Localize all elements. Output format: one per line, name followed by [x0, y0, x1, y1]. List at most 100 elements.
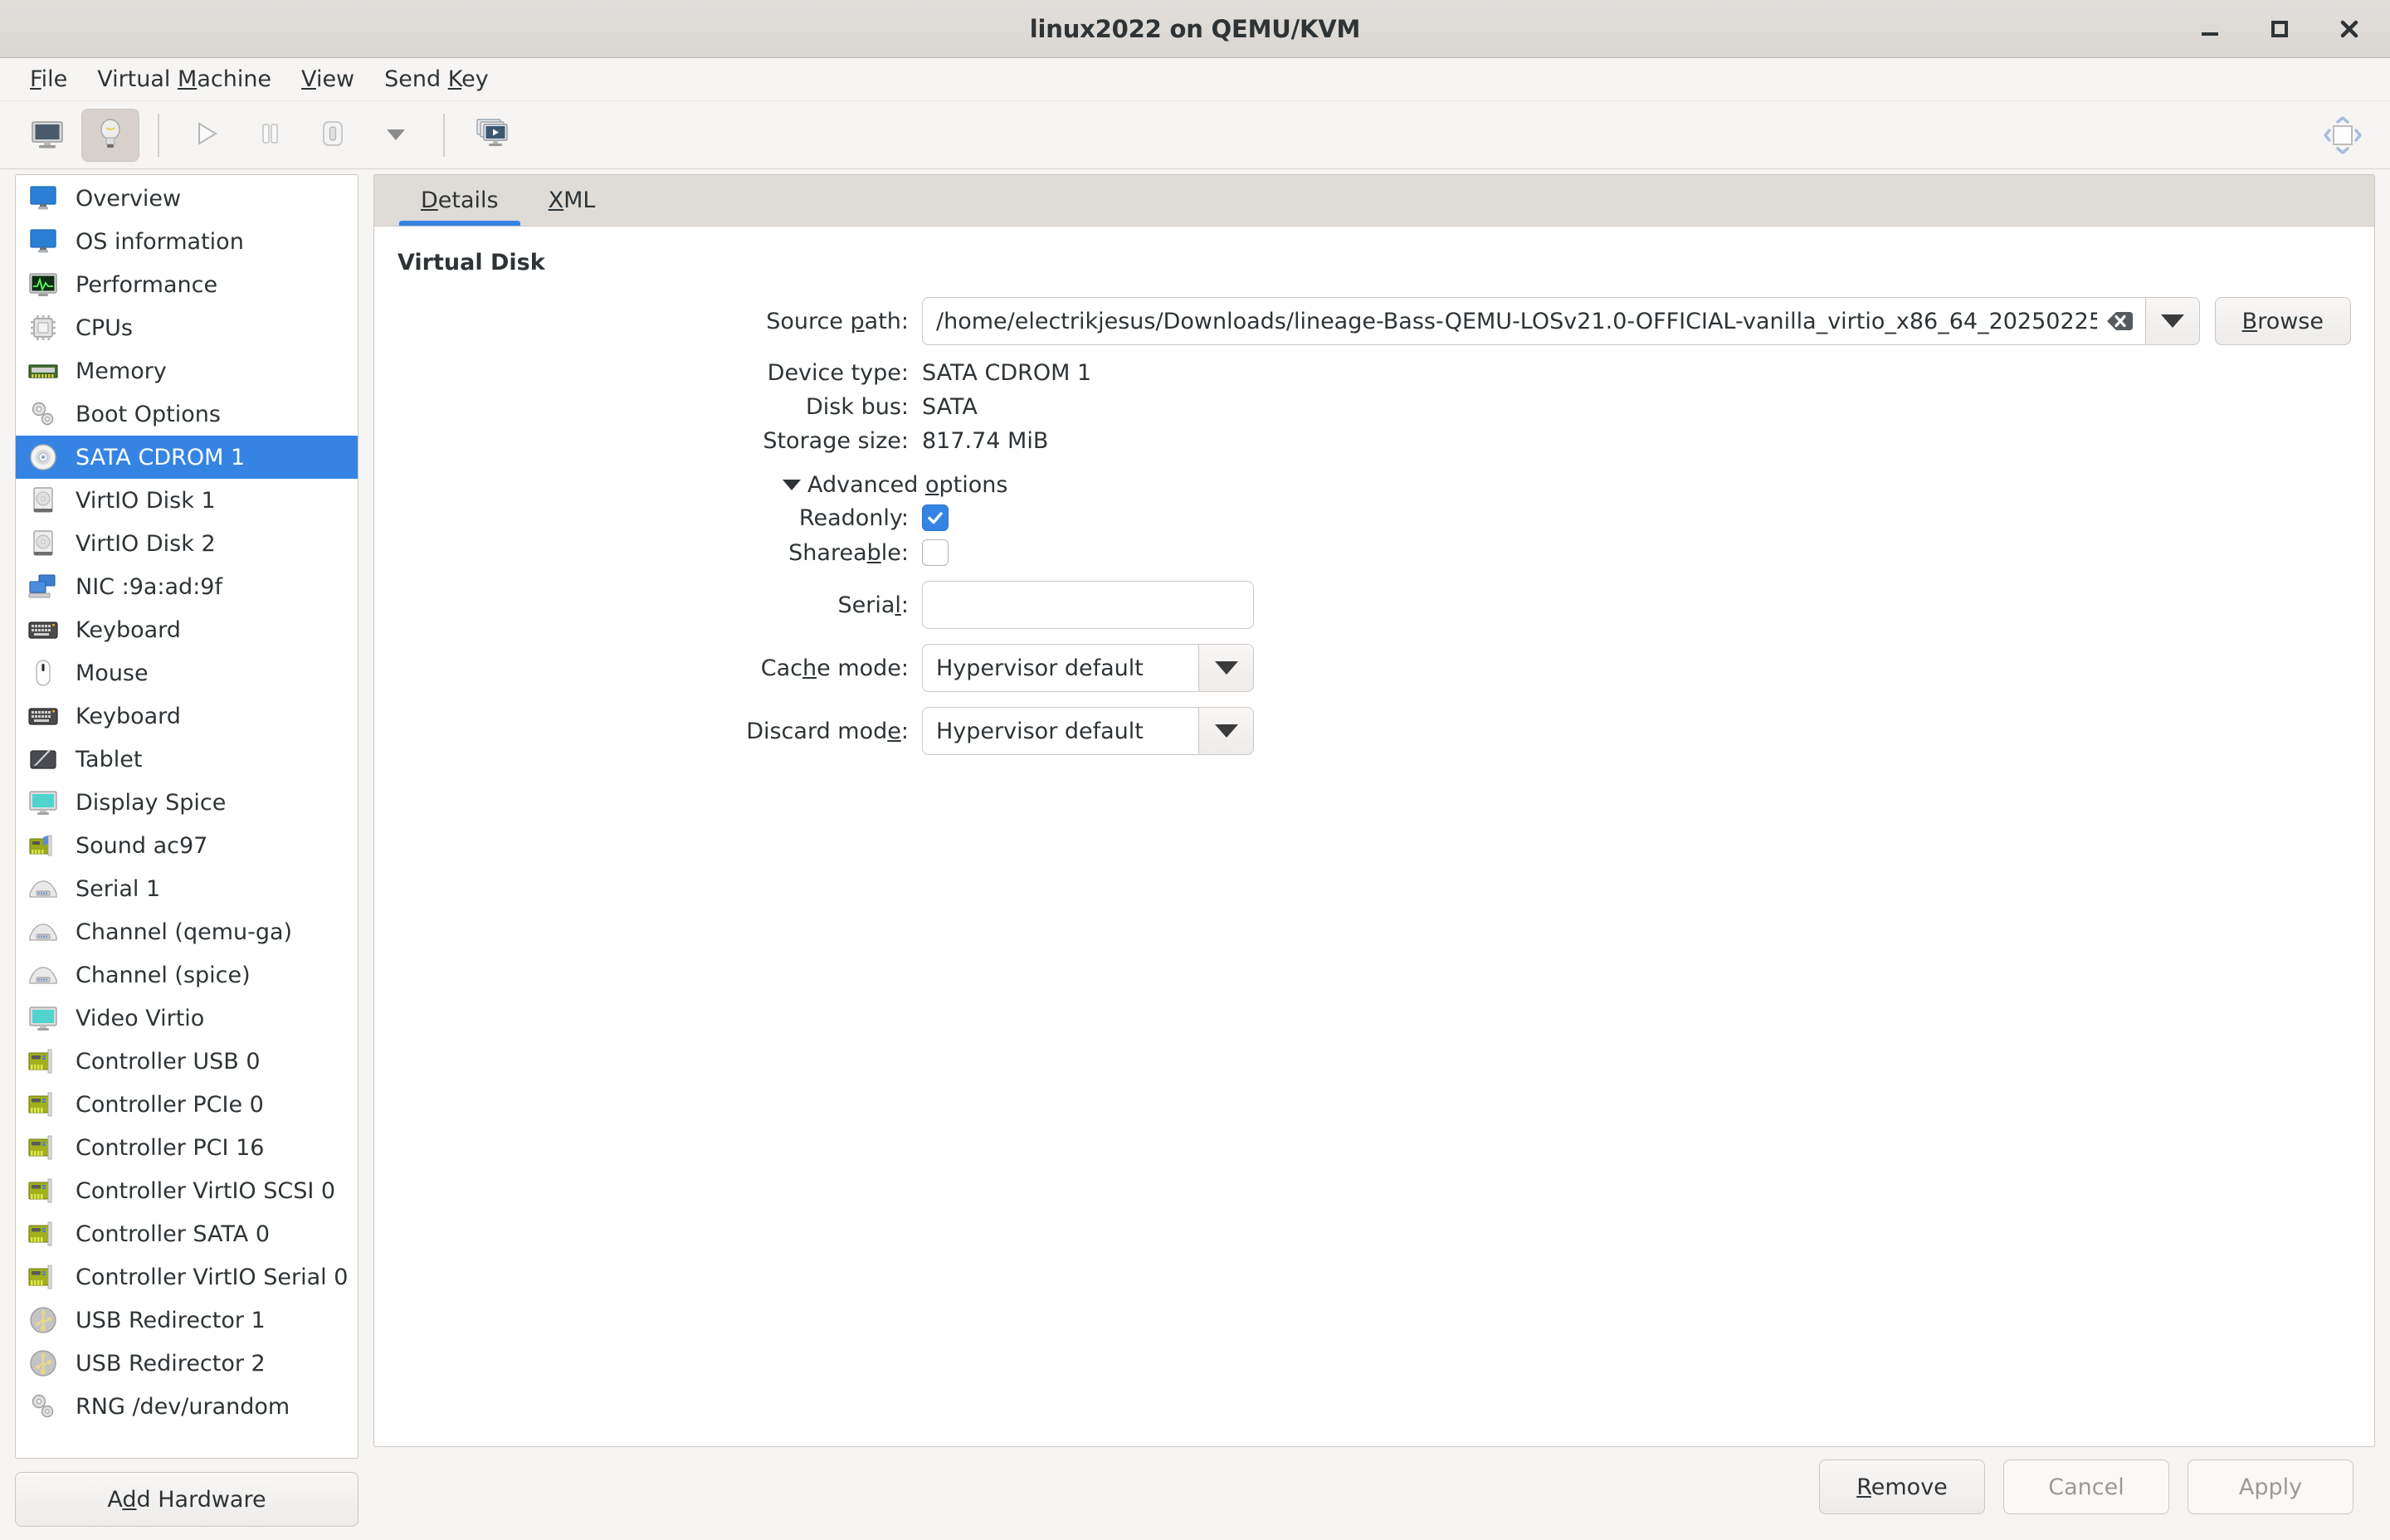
sidebar-item-keyboard[interactable]: Keyboard — [16, 694, 358, 738]
sidebar-item-label: USB Redirector 1 — [76, 1307, 266, 1333]
tab-details[interactable]: Details — [396, 175, 524, 226]
storage-size-label: Storage size: — [763, 428, 909, 454]
serial-input[interactable] — [922, 581, 1254, 629]
close-button[interactable] — [2330, 10, 2368, 48]
computer-icon — [26, 181, 61, 216]
sidebar-item-sata-cdrom-1[interactable]: SATA CDROM 1 — [16, 436, 358, 479]
sidebar-item-virtio-disk-1[interactable]: VirtIO Disk 1 — [16, 479, 358, 522]
sidebar-item-nic-9a-ad-9f[interactable]: NIC :9a:ad:9f — [16, 565, 358, 608]
menu-view[interactable]: View — [286, 61, 369, 97]
fullscreen-expand-icon[interactable] — [2314, 109, 2372, 162]
sidebar-item-controller-usb-0[interactable]: Controller USB 0 — [16, 1040, 358, 1083]
lightbulb-icon — [93, 116, 128, 154]
cancel-button[interactable]: Cancel — [2003, 1460, 2169, 1514]
triangle-down-icon — [783, 480, 801, 490]
sidebar-item-label: Controller SATA 0 — [76, 1221, 271, 1247]
readonly-label: Readonly: — [798, 504, 909, 531]
harddisk-icon — [26, 526, 61, 561]
add-hardware-button[interactable]: Add Hardware — [15, 1472, 358, 1527]
sidebar-item-label: Mouse — [76, 660, 149, 686]
shutdown-button[interactable] — [304, 109, 362, 162]
maximize-button[interactable] — [2261, 10, 2299, 48]
sidebar-item-channel-spice[interactable]: Channel (spice) — [16, 953, 358, 997]
apply-button[interactable]: Apply — [2188, 1460, 2353, 1514]
details-panel: Details XML Virtual Disk Source path: /h… — [373, 174, 2375, 1447]
sidebar-item-label: Keyboard — [76, 616, 181, 643]
sidebar-item-label: OS information — [76, 228, 244, 255]
sidebar-item-usb-redirector-1[interactable]: USB Redirector 1 — [16, 1299, 358, 1342]
sidebar-item-usb-redirector-2[interactable]: USB Redirector 2 — [16, 1342, 358, 1385]
cache-mode-value: Hypervisor default — [936, 655, 1144, 681]
sidebar-item-memory[interactable]: Memory — [16, 349, 358, 392]
discard-mode-dropdown-button[interactable] — [1198, 708, 1253, 754]
cache-mode-dropdown-button[interactable] — [1198, 645, 1253, 691]
sidebar-item-serial-1[interactable]: Serial 1 — [16, 867, 358, 910]
sidebar-item-controller-virtio-serial-0[interactable]: Controller VirtIO Serial 0 — [16, 1255, 358, 1299]
shareable-checkbox[interactable] — [922, 539, 949, 566]
sidebar-item-controller-virtio-scsi-0[interactable]: Controller VirtIO SCSI 0 — [16, 1169, 358, 1212]
browse-button[interactable]: Browse — [2214, 297, 2351, 345]
discard-mode-combo[interactable]: Hypervisor default — [922, 707, 1254, 755]
storage-size-value: 817.74 MiB — [922, 428, 1049, 454]
sidebar-item-mouse[interactable]: Mouse — [16, 651, 358, 694]
hardware-sidebar: Overview OS information Performance CPUs Mem… — [0, 169, 373, 1540]
readonly-checkbox[interactable] — [922, 504, 949, 531]
sidebar-item-rng-dev-urandom[interactable]: RNG /dev/urandom — [16, 1385, 358, 1428]
pci-card-icon — [26, 1216, 61, 1251]
sidebar-item-channel-qemu-ga[interactable]: Channel (qemu-ga) — [16, 910, 358, 953]
run-button[interactable] — [178, 109, 236, 162]
sidebar-item-controller-pcie-0[interactable]: Controller PCIe 0 — [16, 1083, 358, 1126]
source-path-dropdown-button[interactable] — [2144, 297, 2200, 345]
discard-mode-value: Hypervisor default — [936, 718, 1144, 744]
shareable-row: Shareable: — [374, 539, 2374, 566]
sidebar-item-sound-ac97[interactable]: Sound ac97 — [16, 824, 358, 867]
pci-card-icon — [26, 1130, 61, 1165]
menu-file[interactable]: File — [15, 61, 82, 97]
sidebar-item-keyboard[interactable]: Keyboard — [16, 608, 358, 651]
pause-button[interactable] — [241, 109, 299, 162]
hardware-list[interactable]: Overview OS information Performance CPUs Mem… — [15, 174, 358, 1459]
disk-bus-label: Disk bus: — [806, 394, 909, 420]
main-body: Overview OS information Performance CPUs Mem… — [0, 169, 2390, 1540]
storage-size-row: Storage size: 817.74 MiB — [374, 428, 2374, 454]
sidebar-item-label: Controller PCI 16 — [76, 1134, 265, 1161]
cache-mode-combo[interactable]: Hypervisor default — [922, 644, 1254, 692]
power-icon — [315, 116, 350, 154]
window-titlebar: linux2022 on QEMU/KVM — [0, 0, 2390, 58]
show-console-button[interactable] — [18, 109, 76, 162]
sidebar-item-performance[interactable]: Performance — [16, 263, 358, 306]
sidebar-item-controller-pci-16[interactable]: Controller PCI 16 — [16, 1126, 358, 1169]
show-details-button[interactable] — [81, 108, 139, 162]
sidebar-item-controller-sata-0[interactable]: Controller SATA 0 — [16, 1212, 358, 1255]
menu-virtual-machine[interactable]: Virtual Machine — [82, 61, 286, 97]
minimize-button[interactable] — [2191, 10, 2229, 48]
sidebar-item-label: Controller VirtIO Serial 0 — [76, 1264, 349, 1290]
harddisk-icon — [26, 483, 61, 518]
sidebar-item-virtio-disk-2[interactable]: VirtIO Disk 2 — [16, 522, 358, 565]
details-pane: Details XML Virtual Disk Source path: /h… — [373, 169, 2390, 1540]
chevron-down-icon — [1214, 724, 1238, 738]
tablet-icon — [26, 742, 61, 777]
network-icon — [26, 569, 61, 604]
advanced-options-toggle[interactable]: Advanced options — [783, 472, 2374, 498]
menu-send-key[interactable]: Send Key — [369, 61, 504, 97]
snapshots-button[interactable] — [463, 109, 521, 162]
source-path-input[interactable]: /home/electrikjesus/Downloads/lineage-Ba… — [922, 297, 2145, 345]
source-path-row: Source path: /home/electrikjesus/Downloa… — [374, 297, 2374, 345]
sidebar-item-overview[interactable]: Overview — [16, 177, 358, 220]
sidebar-item-video-virtio[interactable]: Video Virtio — [16, 997, 358, 1040]
sidebar-item-cpus[interactable]: CPUs — [16, 306, 358, 349]
source-path-combo[interactable]: /home/electrikjesus/Downloads/lineage-Ba… — [922, 297, 2200, 345]
sidebar-item-boot-options[interactable]: Boot Options — [16, 392, 358, 436]
tab-xml[interactable]: XML — [524, 175, 621, 226]
device-type-row: Device type: SATA CDROM 1 — [374, 360, 2374, 386]
sidebar-item-display-spice[interactable]: Display Spice — [16, 781, 358, 824]
pci-card-icon — [26, 1173, 61, 1208]
sidebar-item-os-information[interactable]: OS information — [16, 220, 358, 263]
serial-label: Serial: — [837, 592, 909, 618]
sidebar-item-tablet[interactable]: Tablet — [16, 738, 358, 781]
shutdown-menu-button[interactable] — [367, 109, 425, 162]
window-title: linux2022 on QEMU/KVM — [1029, 14, 1361, 43]
remove-button[interactable]: Remove — [1819, 1460, 1985, 1514]
clear-entry-icon[interactable] — [2105, 307, 2134, 335]
